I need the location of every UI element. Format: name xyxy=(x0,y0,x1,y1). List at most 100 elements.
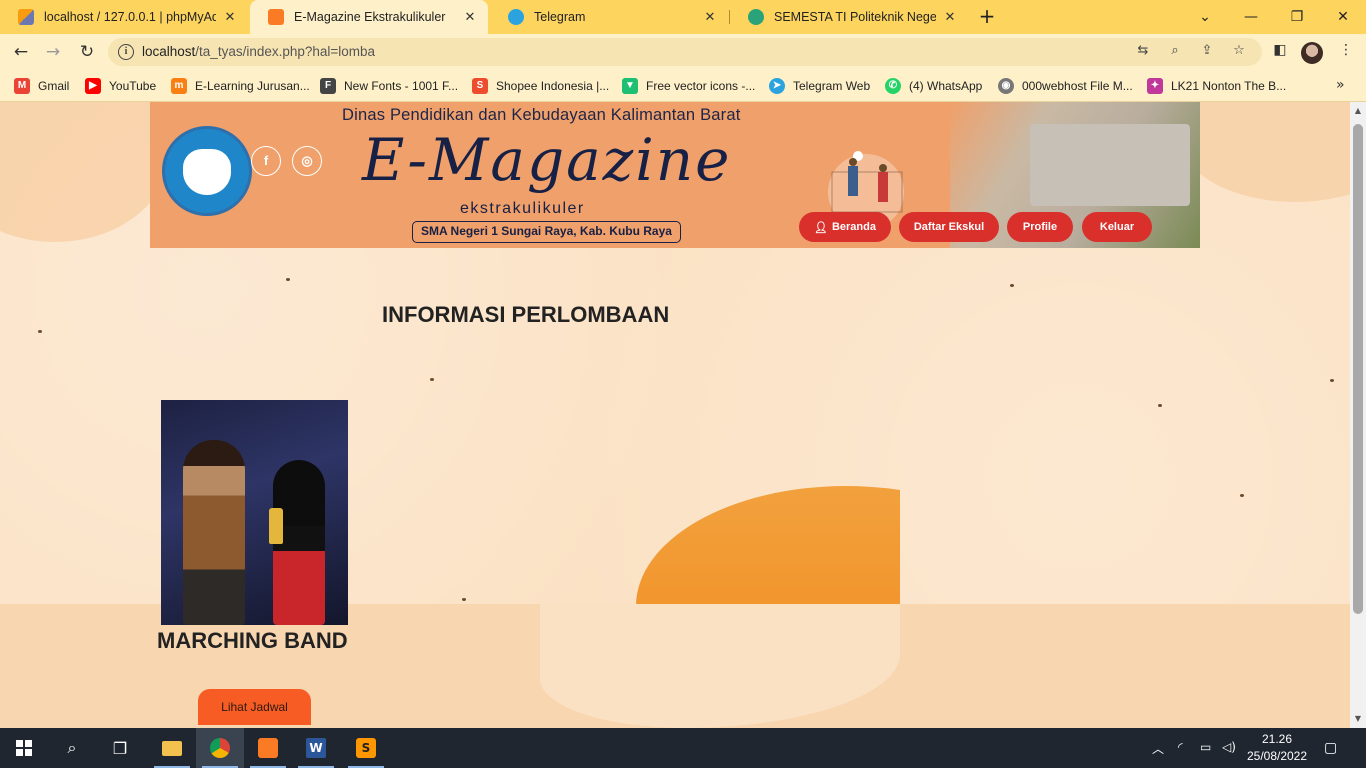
zoom-icon[interactable]: ⌕ xyxy=(1166,43,1184,61)
flaticon-icon: ▼ xyxy=(622,78,638,94)
bookmark-000webhost[interactable]: ◉ 000webhost File M... xyxy=(998,77,1133,95)
gmail-icon: M xyxy=(14,78,30,94)
clock-time: 21.26 xyxy=(1261,732,1293,746)
site-info-icon[interactable]: i xyxy=(118,44,134,60)
task-view-icon[interactable]: ❐ xyxy=(96,728,144,768)
user-icon: 👤︎ xyxy=(814,221,828,234)
translate-icon[interactable]: ⇆ xyxy=(1134,43,1152,61)
windows-start-icon[interactable] xyxy=(0,728,48,768)
scroll-down-icon[interactable]: ▼ xyxy=(1353,714,1363,723)
forward-icon[interactable]: → xyxy=(40,40,66,64)
bookmark-label: New Fonts - 1001 F... xyxy=(344,79,459,93)
header-banner: f ◎ Dinas Pendidikan dan Kebudayaan Kali… xyxy=(150,102,1200,248)
page-scrollbar[interactable]: ▲ ▼ xyxy=(1350,102,1366,728)
bookmark-shopee[interactable]: S Shopee Indonesia |... xyxy=(472,77,609,95)
tab-close-icon[interactable]: ✕ xyxy=(702,9,718,25)
system-clock[interactable]: 21.26 25/08/2022 xyxy=(1242,731,1312,765)
webhost-icon: ◉ xyxy=(998,78,1014,94)
battery-icon[interactable]: ▭ xyxy=(1200,740,1211,754)
decorative-orange-hill xyxy=(616,486,900,604)
minimize-icon[interactable]: — xyxy=(1228,0,1274,34)
tab-title: localhost / 127.0.0.1 | phpMyAdm xyxy=(44,10,216,24)
notification-icon[interactable]: ▢ xyxy=(1324,740,1337,756)
bookmark-lk21[interactable]: ✦ LK21 Nonton The B... xyxy=(1147,77,1286,95)
back-icon[interactable]: ← xyxy=(8,40,34,64)
bookmark-flaticon[interactable]: ▼ Free vector icons -... xyxy=(622,77,755,95)
word-icon[interactable]: W xyxy=(292,728,340,768)
address-bar[interactable]: i localhost/ta_tyas/index.php?hal=lomba … xyxy=(108,38,1262,66)
bookmark-gmail[interactable]: M Gmail xyxy=(14,77,69,95)
xampp-icon[interactable] xyxy=(244,728,292,768)
tab-telegram[interactable]: Telegram ✕ xyxy=(490,0,728,34)
nav-daftar-ekskul-button[interactable]: Daftar Ekskul xyxy=(899,212,999,242)
telegram-icon: ➤ xyxy=(769,78,785,94)
tab-title: SEMESTA TI Politeknik Negeri Pon xyxy=(774,10,936,24)
bookmark-youtube[interactable]: ▶ YouTube xyxy=(85,77,156,95)
windows-taskbar: ⌕ ❐ W S ︿ ◜ ▭ ◁) 21.26 25/08/2022 ▢ xyxy=(0,728,1366,768)
tray-chevron-icon[interactable]: ︿ xyxy=(1152,740,1164,757)
paper-speck xyxy=(1240,494,1244,497)
bookmark-telegram[interactable]: ➤ Telegram Web xyxy=(769,77,870,95)
maximize-icon[interactable]: ❐ xyxy=(1274,0,1320,34)
sublime-text-icon[interactable]: S xyxy=(342,728,390,768)
facebook-icon[interactable]: f xyxy=(251,146,281,176)
tab-search-icon[interactable]: ⌄ xyxy=(1182,0,1228,34)
volume-icon[interactable]: ◁) xyxy=(1222,740,1236,754)
file-explorer-icon[interactable] xyxy=(148,728,196,768)
bookmark-label: Shopee Indonesia |... xyxy=(496,79,610,93)
view-schedule-button[interactable]: Lihat Jadwal xyxy=(198,689,311,725)
chrome-icon[interactable] xyxy=(196,728,244,768)
photo-person xyxy=(183,440,245,625)
share-icon[interactable]: ⇪ xyxy=(1198,43,1216,61)
school-sign-image xyxy=(1030,124,1190,206)
whatsapp-icon: ✆ xyxy=(885,78,901,94)
bookmarks-bar: M Gmail ▶ YouTube m E-Learning Jurusan... F… xyxy=(0,70,1366,102)
scroll-up-icon[interactable]: ▲ xyxy=(1353,106,1363,115)
tab-semesta[interactable]: SEMESTA TI Politeknik Negeri Pon ✕ xyxy=(730,0,968,34)
url-text: localhost/ta_tyas/index.php?hal=lomba xyxy=(142,44,375,59)
instagram-icon[interactable]: ◎ xyxy=(292,146,322,176)
browser-toolbar: ← → ↻ i localhost/ta_tyas/index.php?hal=… xyxy=(0,34,1366,70)
tab-e-magazine[interactable]: E-Magazine Ekstrakulikuler ✕ xyxy=(250,0,488,34)
polnep-icon xyxy=(748,9,764,25)
bookmarks-more-icon[interactable]: » xyxy=(1336,77,1345,93)
page-title: INFORMASI PERLOMBAAN xyxy=(382,302,670,327)
search-icon[interactable]: ⌕ xyxy=(48,728,96,768)
new-tab-button[interactable]: + xyxy=(976,6,998,28)
page-viewport: f ◎ Dinas Pendidikan dan Kebudayaan Kali… xyxy=(0,102,1350,728)
scroll-thumb[interactable] xyxy=(1353,124,1363,614)
tab-close-icon[interactable]: ✕ xyxy=(462,9,478,25)
reload-icon[interactable]: ↻ xyxy=(74,40,100,64)
bookmark-newfonts[interactable]: F New Fonts - 1001 F... xyxy=(320,77,458,95)
nav-profile-button[interactable]: Profile xyxy=(1007,212,1073,242)
competition-photo xyxy=(161,400,348,625)
bookmark-elearning[interactable]: m E-Learning Jurusan... xyxy=(171,77,310,95)
browser-tab-strip: localhost / 127.0.0.1 | phpMyAdm ✕ E-Mag… xyxy=(0,0,1366,34)
profile-avatar[interactable] xyxy=(1301,42,1323,64)
font-icon: F xyxy=(320,78,336,94)
bookmark-whatsapp[interactable]: ✆ (4) WhatsApp xyxy=(885,77,982,95)
brand-title: E-Magazine xyxy=(362,126,732,194)
bookmark-label: Gmail xyxy=(38,79,70,93)
nav-label: Daftar Ekskul xyxy=(913,221,985,233)
phpmyadmin-icon xyxy=(18,9,34,25)
paper-speck xyxy=(1330,379,1334,382)
side-panel-icon[interactable]: ◧ xyxy=(1270,42,1290,62)
url-host: localhost xyxy=(142,44,196,59)
nav-keluar-button[interactable]: Keluar xyxy=(1082,212,1152,242)
tab-close-icon[interactable]: ✕ xyxy=(222,9,238,25)
paper-speck xyxy=(430,378,434,381)
competition-title: MARCHING BAND xyxy=(157,628,348,653)
bookmark-star-icon[interactable]: ☆ xyxy=(1230,43,1248,61)
tab-phpmyadmin[interactable]: localhost / 127.0.0.1 | phpMyAdm ✕ xyxy=(0,0,248,34)
youtube-icon: ▶ xyxy=(85,78,101,94)
tab-title: E-Magazine Ekstrakulikuler xyxy=(294,10,446,24)
bookmark-label: 000webhost File M... xyxy=(1022,79,1133,93)
wifi-icon[interactable]: ◜ xyxy=(1178,740,1183,754)
shopee-icon: S xyxy=(472,78,488,94)
nav-beranda-button[interactable]: 👤︎ Beranda xyxy=(799,212,891,242)
nav-label: Profile xyxy=(1022,221,1058,233)
window-close-icon[interactable]: ✕ xyxy=(1320,0,1366,34)
tab-close-icon[interactable]: ✕ xyxy=(942,9,958,25)
menu-icon[interactable]: ⋮ xyxy=(1336,42,1356,62)
